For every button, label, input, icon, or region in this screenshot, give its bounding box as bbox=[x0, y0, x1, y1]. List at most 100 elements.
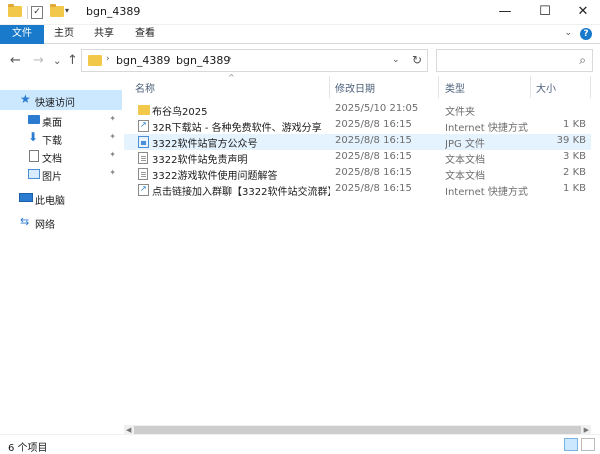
file-name: 3322游戏软件使用问题解答 bbox=[152, 171, 278, 182]
tab-home[interactable]: 主页 bbox=[47, 25, 81, 44]
sidebar-item-label: 文档 bbox=[42, 154, 62, 165]
help-button[interactable]: ? bbox=[580, 28, 592, 40]
file-row[interactable]: 3322软件站免责声明 2025/8/8 16:15 文本文档 3 KB bbox=[124, 150, 591, 166]
file-row[interactable]: 点击链接加入群聊【3322软件站交流群】 2025/8/8 16:15 Inte… bbox=[124, 182, 591, 198]
network-icon: ⇆ bbox=[20, 215, 30, 228]
text-file-icon bbox=[138, 152, 148, 164]
column-header-size[interactable]: 大小 bbox=[536, 80, 556, 97]
search-icon: ⌕ bbox=[579, 53, 586, 67]
column-divider[interactable] bbox=[530, 76, 531, 98]
file-size: 3 KB bbox=[563, 151, 586, 162]
forward-button[interactable]: → bbox=[33, 54, 44, 68]
pin-icon: ✦ bbox=[109, 114, 116, 123]
tab-file[interactable]: 文件 bbox=[0, 25, 44, 44]
expand-ribbon-icon[interactable]: ⌄ bbox=[564, 28, 572, 38]
file-date: 2025/8/8 16:15 bbox=[335, 167, 412, 178]
column-header-name[interactable]: 名称 bbox=[135, 80, 155, 97]
folder-icon[interactable] bbox=[8, 4, 22, 17]
column-header-type[interactable]: 类型 bbox=[445, 80, 465, 97]
column-divider[interactable] bbox=[438, 76, 439, 98]
file-date: 2025/8/8 16:15 bbox=[335, 183, 412, 194]
column-divider[interactable] bbox=[329, 76, 330, 98]
tab-share[interactable]: 共享 bbox=[87, 25, 121, 44]
pictures-icon bbox=[28, 169, 40, 179]
customize-quick-access-icon[interactable]: ▾ bbox=[65, 6, 69, 15]
file-name: 布谷鸟2025 bbox=[152, 107, 208, 118]
pin-icon: ✦ bbox=[109, 132, 116, 141]
refresh-icon[interactable]: ↻ bbox=[412, 53, 422, 67]
sidebar-item-label: 快速访问 bbox=[35, 98, 75, 109]
back-button[interactable]: ← bbox=[10, 54, 21, 68]
file-name: 点击链接加入群聊【3322软件站交流群】 bbox=[152, 187, 330, 198]
column-header-date[interactable]: 修改日期 bbox=[335, 80, 375, 97]
item-count: 6 个项目 bbox=[8, 443, 48, 454]
properties-check-icon[interactable]: ✓ bbox=[31, 6, 43, 19]
search-input[interactable]: ⌕ bbox=[436, 49, 593, 72]
sidebar-item-desktop[interactable]: 桌面 ✦ bbox=[0, 110, 122, 130]
file-size: 2 KB bbox=[563, 167, 586, 178]
sidebar-item-label: 桌面 bbox=[42, 118, 62, 129]
pin-icon: ✦ bbox=[109, 150, 116, 159]
url-shortcut-icon bbox=[138, 120, 149, 132]
file-date: 2025/8/8 16:15 bbox=[335, 135, 412, 146]
sidebar-item-documents[interactable]: 文档 ✦ bbox=[0, 146, 122, 166]
file-type: 文件夹 bbox=[445, 107, 475, 118]
new-folder-icon[interactable] bbox=[50, 4, 64, 17]
window-title: bgn_4389 bbox=[86, 5, 141, 18]
sidebar-item-quick-access[interactable]: ★ 快速访问 bbox=[0, 90, 122, 110]
column-divider[interactable] bbox=[590, 76, 591, 98]
close-button[interactable]: ✕ bbox=[566, 0, 600, 25]
sidebar-item-network[interactable]: ⇆ 网络 bbox=[0, 212, 122, 232]
recent-locations-button[interactable]: ⌄ bbox=[53, 55, 61, 69]
file-type: Internet 快捷方式 bbox=[445, 187, 528, 198]
navigation-pane: ★ 快速访问 桌面 ✦ ⬇ 下载 ✦ 文档 ✦ 图片 ✦ 此电脑 ⇆ 网络 bbox=[0, 80, 122, 430]
folder-icon bbox=[138, 105, 150, 115]
tab-view[interactable]: 查看 bbox=[128, 25, 162, 44]
url-shortcut-icon bbox=[138, 184, 149, 196]
sidebar-item-downloads[interactable]: ⬇ 下载 ✦ bbox=[0, 128, 122, 148]
details-view-button[interactable] bbox=[564, 438, 578, 451]
scrollbar-thumb[interactable] bbox=[134, 426, 581, 434]
minimize-button[interactable]: — bbox=[488, 0, 522, 25]
file-row[interactable]: 3322软件站官方公众号 2025/8/8 16:15 JPG 文件 39 KB bbox=[124, 134, 591, 150]
file-date: 2025/8/8 16:15 bbox=[335, 119, 412, 130]
maximize-button[interactable]: ☐ bbox=[528, 0, 562, 25]
up-button[interactable]: ↑ bbox=[67, 54, 78, 68]
file-name: 3322软件站免责声明 bbox=[152, 155, 248, 166]
text-file-icon bbox=[138, 168, 148, 180]
sort-ascending-icon: ^ bbox=[228, 73, 235, 82]
jpg-file-icon bbox=[138, 136, 149, 148]
folder-icon bbox=[88, 55, 102, 66]
ribbon-tabs: 文件 主页 共享 查看 ⌄ ? bbox=[0, 25, 600, 44]
sidebar-item-pictures[interactable]: 图片 ✦ bbox=[0, 164, 122, 184]
file-row[interactable]: 布谷鸟2025 2025/5/10 21:05 文件夹 bbox=[124, 102, 591, 118]
status-bar: 6 个项目 bbox=[0, 434, 600, 454]
file-size: 39 KB bbox=[556, 135, 586, 146]
sidebar-item-label: 图片 bbox=[42, 172, 62, 183]
document-icon bbox=[29, 150, 39, 162]
address-dropdown-icon[interactable]: ⌄ bbox=[392, 55, 400, 65]
sidebar-item-label: 此电脑 bbox=[35, 196, 65, 207]
file-type: 文本文档 bbox=[445, 171, 485, 182]
breadcrumb-separator[interactable]: › bbox=[106, 54, 110, 64]
address-bar[interactable]: › bgn_4389 › bgn_4389 › ⌄ ↻ bbox=[81, 49, 428, 72]
file-name: 3322软件站官方公众号 bbox=[152, 139, 258, 150]
computer-icon bbox=[19, 193, 33, 202]
star-icon: ★ bbox=[20, 92, 31, 106]
file-row[interactable]: 32R下载站 - 各种免费软件、游戏分享 2025/8/8 16:15 Inte… bbox=[124, 118, 591, 134]
file-date: 2025/8/8 16:15 bbox=[335, 151, 412, 162]
breadcrumb-item[interactable]: bgn_4389 bbox=[116, 54, 170, 67]
breadcrumb-separator[interactable]: › bbox=[167, 54, 171, 64]
large-icons-view-button[interactable] bbox=[581, 438, 595, 451]
breadcrumb-separator[interactable]: › bbox=[228, 54, 232, 64]
file-row[interactable]: 3322游戏软件使用问题解答 2025/8/8 16:15 文本文档 2 KB bbox=[124, 166, 591, 182]
file-type: JPG 文件 bbox=[445, 139, 485, 150]
sidebar-item-this-pc[interactable]: 此电脑 bbox=[0, 188, 122, 208]
file-type: Internet 快捷方式 bbox=[445, 123, 528, 134]
file-name: 32R下载站 - 各种免费软件、游戏分享 bbox=[152, 123, 322, 134]
file-size: 1 KB bbox=[563, 119, 586, 130]
sidebar-item-label: 下载 bbox=[42, 136, 62, 147]
quick-access-separator bbox=[27, 6, 28, 19]
file-size: 1 KB bbox=[563, 183, 586, 194]
breadcrumb-item[interactable]: bgn_4389 bbox=[176, 54, 230, 67]
